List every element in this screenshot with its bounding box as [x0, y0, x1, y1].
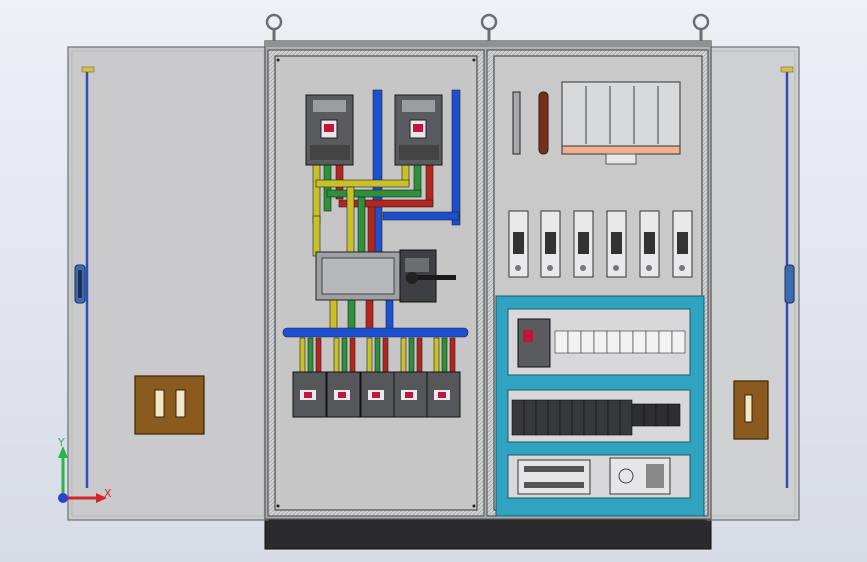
right-door[interactable] — [706, 46, 800, 521]
relay-row[interactable] — [511, 399, 633, 436]
outgoing-breakers[interactable] — [292, 371, 461, 418]
control-breaker[interactable] — [517, 318, 551, 368]
main-breaker[interactable] — [394, 94, 443, 166]
upper-terminal-blocks[interactable] — [554, 330, 686, 354]
cabinet-plinth — [264, 517, 712, 550]
main-breaker[interactable] — [305, 94, 354, 166]
lower-terminal-blocks[interactable] — [631, 403, 681, 427]
door-handle-icon[interactable] — [784, 264, 795, 304]
door-handle-icon[interactable] — [74, 264, 86, 304]
y-axis-label: Y — [57, 436, 65, 449]
plc-controller[interactable] — [517, 459, 591, 495]
electrical-cabinet-drawing: Y X — [0, 0, 867, 562]
changeover-switch[interactable] — [315, 249, 456, 303]
x-axis-label: X — [104, 487, 112, 500]
power-supply[interactable] — [609, 457, 671, 495]
transformer-unit[interactable] — [561, 81, 681, 165]
left-door[interactable] — [67, 46, 269, 521]
left-door-vent-plate — [134, 375, 205, 435]
